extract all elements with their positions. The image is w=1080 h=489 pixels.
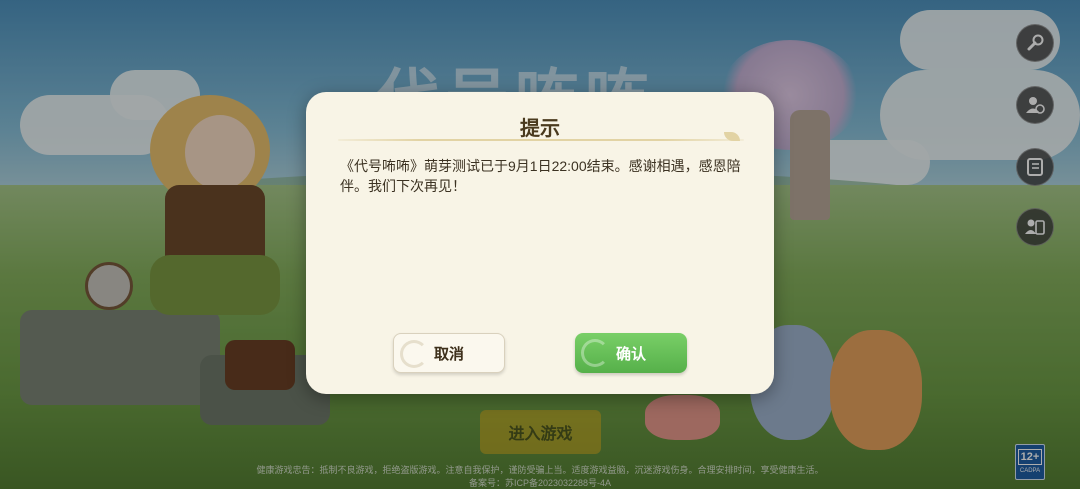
swirl-decoration-icon: [400, 340, 428, 368]
dialog-message: 《代号咘咘》萌芽测试已于9月1日22:00结束。感谢相遇，感恩陪伴。我们下次再见…: [340, 158, 741, 194]
notice-dialog: 提示 《代号咘咘》萌芽测试已于9月1日22:00结束。感谢相遇，感恩陪伴。我们下…: [306, 92, 774, 394]
confirm-button[interactable]: 确认: [575, 333, 687, 373]
dialog-title: 提示: [520, 118, 560, 140]
confirm-button-label: 确认: [615, 345, 646, 363]
cancel-button-label: 取消: [433, 345, 464, 363]
swirl-decoration-icon: [581, 339, 609, 367]
cancel-button[interactable]: 取消: [393, 333, 505, 373]
title-divider: [338, 139, 744, 141]
